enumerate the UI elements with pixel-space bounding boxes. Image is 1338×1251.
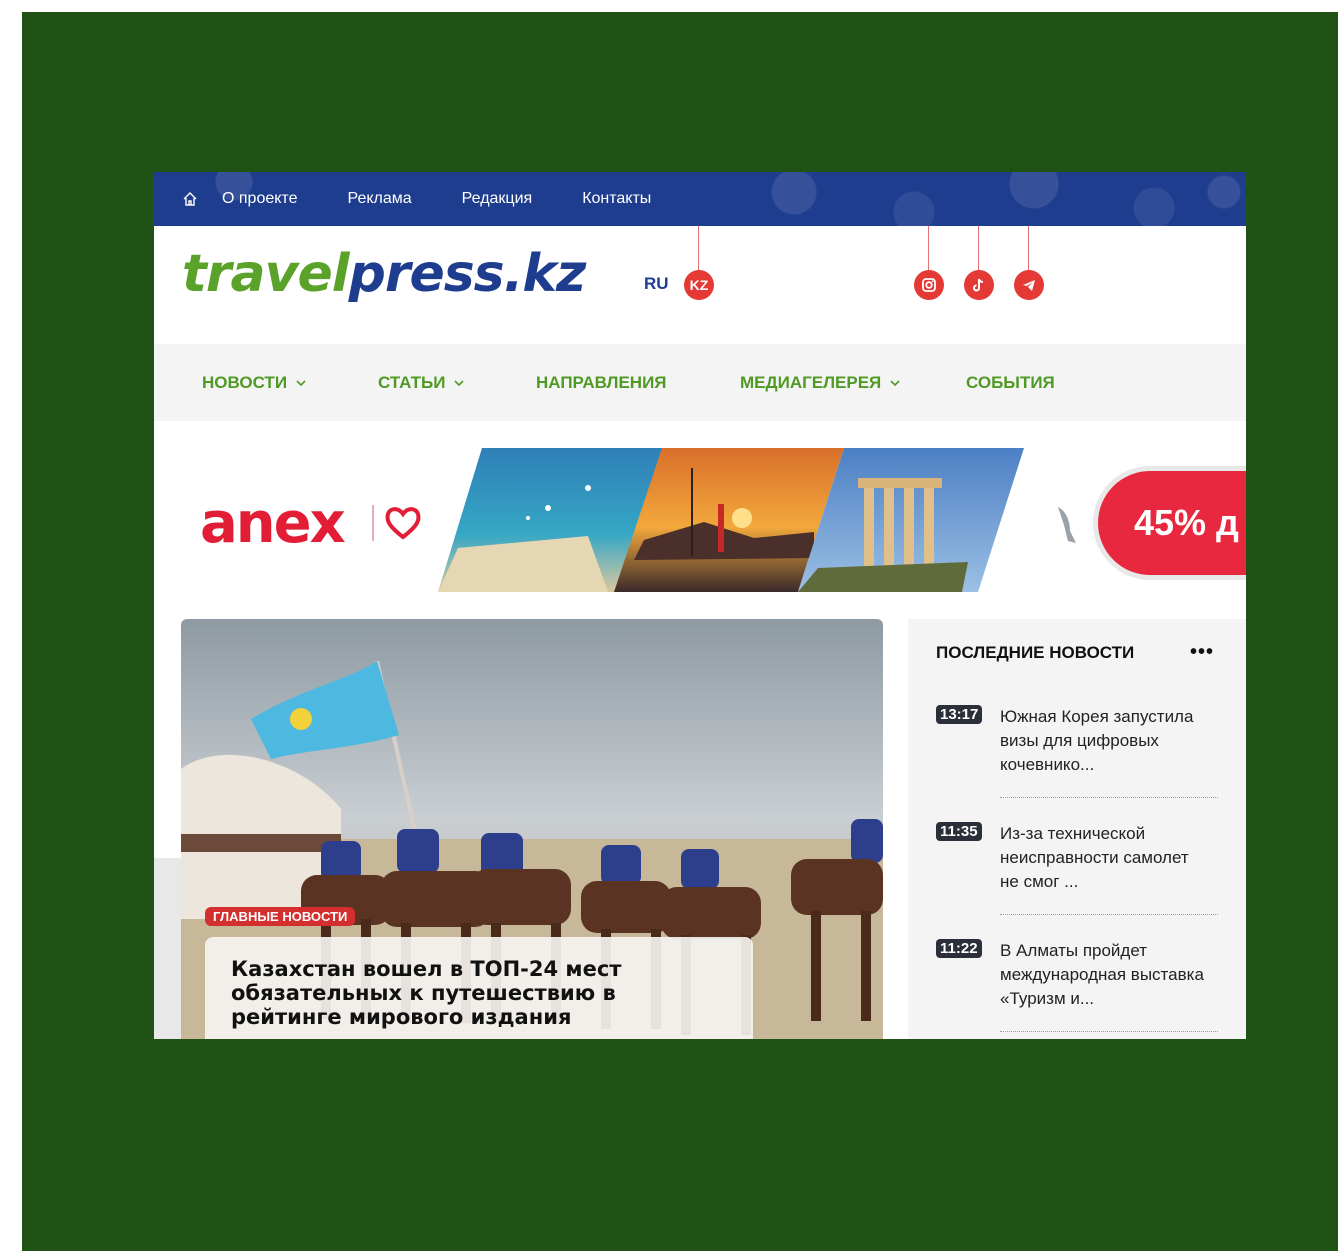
more-options-icon[interactable]: ••• (1190, 641, 1214, 664)
nav-item-media-gallery[interactable]: МЕДИАГЕЛЕРЕЯ (740, 373, 901, 393)
divider (1000, 1031, 1218, 1032)
site-logo[interactable]: travelpress.kz (182, 244, 587, 304)
divider (1000, 914, 1218, 915)
topbar-link-about[interactable]: О проекте (222, 190, 297, 208)
news-time: 11:35 (936, 822, 982, 841)
nav-item-label: СОБЫТИЯ (966, 373, 1055, 392)
background-strip (154, 858, 181, 1039)
featured-headline[interactable]: Казахстан вошел в ТОП-24 мест обязательн… (231, 957, 661, 1029)
main-navigation: НОВОСТИ СТАТЬИ НАПРАВЛЕНИЯ МЕДИАГЕЛЕРЕЯ … (154, 344, 1246, 421)
news-time: 11:22 (936, 939, 982, 958)
language-kz[interactable]: KZ (684, 270, 714, 300)
ornament-string (978, 226, 979, 270)
telegram-icon[interactable] (1014, 270, 1044, 300)
news-time: 13:17 (936, 705, 983, 724)
nav-item-label: СТАТЬИ (378, 373, 446, 392)
instagram-icon[interactable] (914, 270, 944, 300)
site-header: travelpress.kz RU KZ (154, 226, 1246, 344)
logo-part-press: press.kz (348, 244, 587, 304)
logo-part-travel: travel (182, 244, 350, 304)
ruins-photo (798, 448, 1024, 592)
news-title[interactable]: В Алматы пройдет международная выставка … (1000, 939, 1210, 1011)
nav-item-news[interactable]: НОВОСТИ (202, 373, 307, 393)
nav-item-label: НОВОСТИ (202, 373, 288, 392)
chevron-down-icon (454, 380, 464, 387)
top-bar: О проекте Реклама Редакция Контакты (154, 172, 1246, 226)
promo-discount: 45% д (1098, 471, 1246, 575)
nav-item-events[interactable]: СОБЫТИЯ (966, 373, 1055, 393)
home-icon[interactable] (180, 189, 200, 209)
chevron-down-icon (890, 380, 900, 387)
news-title[interactable]: Из-за технической неисправности самолет … (1000, 822, 1210, 894)
topbar-link-advertising[interactable]: Реклама (347, 190, 411, 208)
headline-overlay: Казахстан вошел в ТОП-24 мест обязательн… (205, 937, 753, 1039)
topbar-link-contacts[interactable]: Контакты (582, 190, 651, 208)
ornament-string (1028, 226, 1029, 270)
ornament-string (698, 226, 699, 270)
nav-item-destinations[interactable]: НАПРАВЛЕНИЯ (536, 373, 667, 393)
logo-divider (372, 505, 374, 541)
nav-item-label: МЕДИАГЕЛЕРЕЯ (740, 373, 882, 392)
nav-item-articles[interactable]: СТАТЬИ (378, 373, 465, 393)
advertisement-banner[interactable]: anex 45% д (154, 421, 1246, 617)
seagull-image (1058, 507, 1076, 543)
chevron-down-icon (296, 380, 306, 387)
divider (1000, 797, 1218, 798)
category-badge[interactable]: ГЛАВНЫЕ НОВОСТИ (205, 907, 356, 926)
language-ru[interactable]: RU (644, 274, 669, 294)
tiktok-icon[interactable] (964, 270, 994, 300)
heart-icon (385, 507, 421, 540)
website-viewport: О проекте Реклама Редакция Контакты trav… (154, 172, 1246, 1039)
topbar-link-editorial[interactable]: Редакция (462, 190, 533, 208)
news-title[interactable]: Южная Корея запустила визы для цифровых … (1000, 705, 1210, 777)
ornament-string (928, 226, 929, 270)
sidebar-title: ПОСЛЕДНИЕ НОВОСТИ (936, 643, 1135, 662)
anex-logo: anex (200, 491, 346, 556)
featured-article[interactable]: ГЛАВНЫЕ НОВОСТИ Казахстан вошел в ТОП-24… (181, 619, 883, 1039)
nav-item-label: НАПРАВЛЕНИЯ (536, 373, 667, 392)
latest-news-sidebar: ПОСЛЕДНИЕ НОВОСТИ ••• 13:17 Южная Корея … (908, 619, 1246, 1039)
